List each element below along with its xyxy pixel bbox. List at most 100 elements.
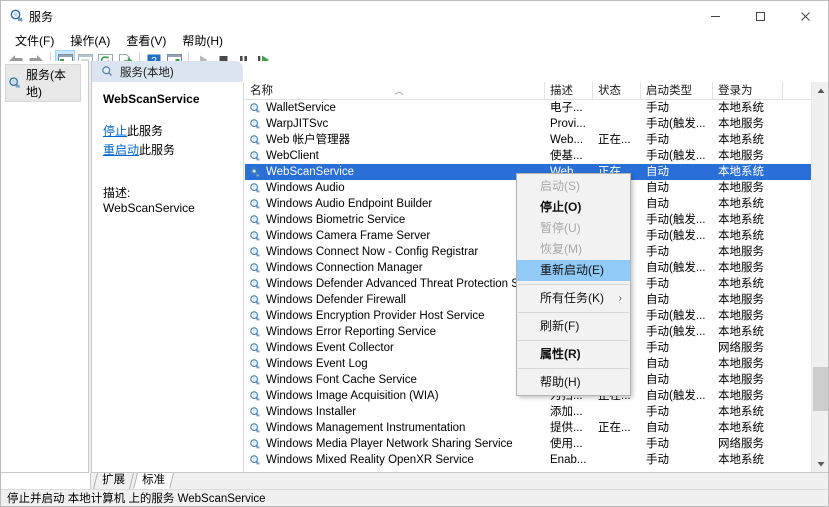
description-value: WebScanService [103,201,195,215]
cell-service-name: Windows Mixed Reality OpenXR Service [245,452,545,468]
column-startup-type[interactable]: 启动类型 [641,82,713,100]
cell-description: 使基... [550,150,583,162]
table-row[interactable]: Windows Installer 添加... 手动 本地系统 [245,404,811,420]
service-icon [249,134,262,147]
ctx-stop[interactable]: 停止(O) [517,197,630,218]
service-icon [249,422,262,435]
service-name-label: Windows Encryption Provider Host Service [266,310,485,322]
ctx-start-label: 启动(S) [540,179,580,193]
ctx-all-tasks-label: 所有任务(K) [540,291,604,305]
scroll-down-icon[interactable] [812,455,829,472]
ctx-refresh-label: 刷新(F) [540,319,580,333]
cell-startup-type: 自动 [646,422,669,434]
table-row[interactable]: Web 帐户管理器 Web... 正在... 手动 本地系统 [245,132,811,148]
column-status[interactable]: 状态 [593,82,641,100]
cell-logon-as: 网络服务 [718,438,764,450]
cell-startup-type: 自动 [646,182,669,194]
tab-standard[interactable]: 标准 [133,473,174,489]
service-name-label: WalletService [266,102,336,114]
service-name-label: WarpJITSvc [266,118,329,130]
column-name[interactable]: 名称 ︿ [245,82,545,100]
cell-service-name: Windows Connect Now - Config Registrar [245,244,545,260]
cell-service-name: Web 帐户管理器 [245,132,545,148]
cell-logon-as: 本地服务 [718,310,764,322]
context-menu: 启动(S) 停止(O) 暂停(U) 恢复(M) 重新启动(E) 所有任务(K) › 刷新(F)… [516,173,631,396]
services-icon [9,8,25,24]
cell-startup-type: 手动(触发... [646,214,706,226]
cell-logon-as: 本地服务 [718,374,764,386]
description-label: 描述: [103,186,131,200]
table-row[interactable]: Windows Management Instrumentation 提供... 正… [245,420,811,436]
menu-help[interactable]: 帮助(H) [175,30,232,51]
column-description[interactable]: 描述 [545,82,593,100]
ctx-properties[interactable]: 属性(R) [517,344,630,365]
ctx-pause: 暂停(U) [517,218,630,239]
scrollbar-thumb[interactable] [813,367,828,411]
cell-startup-type: 自动 [646,294,669,306]
cell-status [593,116,641,132]
service-icon [249,102,262,115]
cell-startup-type: 手动 [646,406,669,418]
column-startup-type-label: 启动类型 [646,85,692,97]
cell-service-name: WarpJITSvc [245,116,545,132]
ctx-stop-label: 停止(O) [540,200,582,214]
service-icon [249,118,262,131]
cell-status [593,148,641,164]
view-tabs-bar: 扩展 标准 [91,473,828,489]
cell-service-name: Windows Event Collector [245,340,545,356]
cell-logon-as: 本地服务 [718,118,764,130]
cell-logon-as: 本地系统 [718,166,764,178]
table-row[interactable]: WarpJITSvc Provi... 手动(触发... 本地服务 [245,116,811,132]
table-row[interactable]: Windows Mixed Reality OpenXR Service Enab… [245,452,811,468]
menu-file[interactable]: 文件(F) [8,30,63,51]
cell-logon-as: 本地系统 [718,214,764,226]
minimize-button[interactable] [693,1,738,31]
menu-action[interactable]: 操作(A) [63,30,119,51]
service-icon [249,278,262,291]
ctx-all-tasks[interactable]: 所有任务(K) › [517,288,630,309]
menu-separator [518,340,629,341]
maximize-button[interactable] [738,1,783,31]
restart-service-link[interactable]: 重启动此服务 [103,141,235,158]
menu-view[interactable]: 查看(V) [119,30,175,51]
service-icon [249,294,262,307]
cell-logon-as: 本地系统 [718,102,764,114]
restart-link-text[interactable]: 重启动 [103,143,139,157]
cell-logon-as: 本地服务 [718,390,764,402]
cell-status [593,404,641,420]
stop-service-link[interactable]: 停止此服务 [103,122,235,139]
column-logon-as-label: 登录为 [718,85,753,97]
cell-startup-type: 自动 [646,358,669,370]
cell-startup-type: 手动 [646,278,669,290]
service-name-label: Windows Error Reporting Service [266,326,437,338]
cell-status [593,452,641,468]
cell-service-name: Windows Event Log [245,356,545,372]
ctx-refresh[interactable]: 刷新(F) [517,316,630,337]
menu-separator [518,284,629,285]
scroll-up-icon[interactable] [812,82,829,99]
tab-extended[interactable]: 扩展 [93,473,134,489]
ctx-help[interactable]: 帮助(H) [517,372,630,393]
cell-startup-type: 手动(触发... [646,310,706,322]
ctx-restart[interactable]: 重新启动(E) [517,260,630,281]
table-row[interactable]: WebClient 使基... 手动(触发... 本地服务 [245,148,811,164]
window-title: 服务 [29,10,54,24]
tree-item-services-local[interactable]: 服务(本地) [5,64,81,102]
column-logon-as[interactable]: 登录为 [713,82,783,100]
column-name-label: 名称 [250,85,273,97]
cell-service-name: Windows Installer [245,404,545,420]
console-tree-pane: 服务(本地) [1,61,89,473]
table-row[interactable]: WalletService 电子... 手动 本地系统 [245,100,811,116]
service-icon [249,166,262,179]
cell-status [593,100,641,116]
cell-startup-type: 自动 [646,166,669,178]
cell-service-name: WalletService [245,100,545,116]
cell-startup-type: 手动(触发... [646,230,706,242]
table-row[interactable]: Windows Media Player Network Sharing Ser… [245,436,811,452]
stop-link-text[interactable]: 停止 [103,124,127,138]
service-name-label: Web 帐户管理器 [266,134,351,146]
ctx-start: 启动(S) [517,176,630,197]
close-button[interactable] [783,1,828,31]
column-status-label: 状态 [598,85,621,97]
vertical-scrollbar[interactable] [811,82,828,472]
